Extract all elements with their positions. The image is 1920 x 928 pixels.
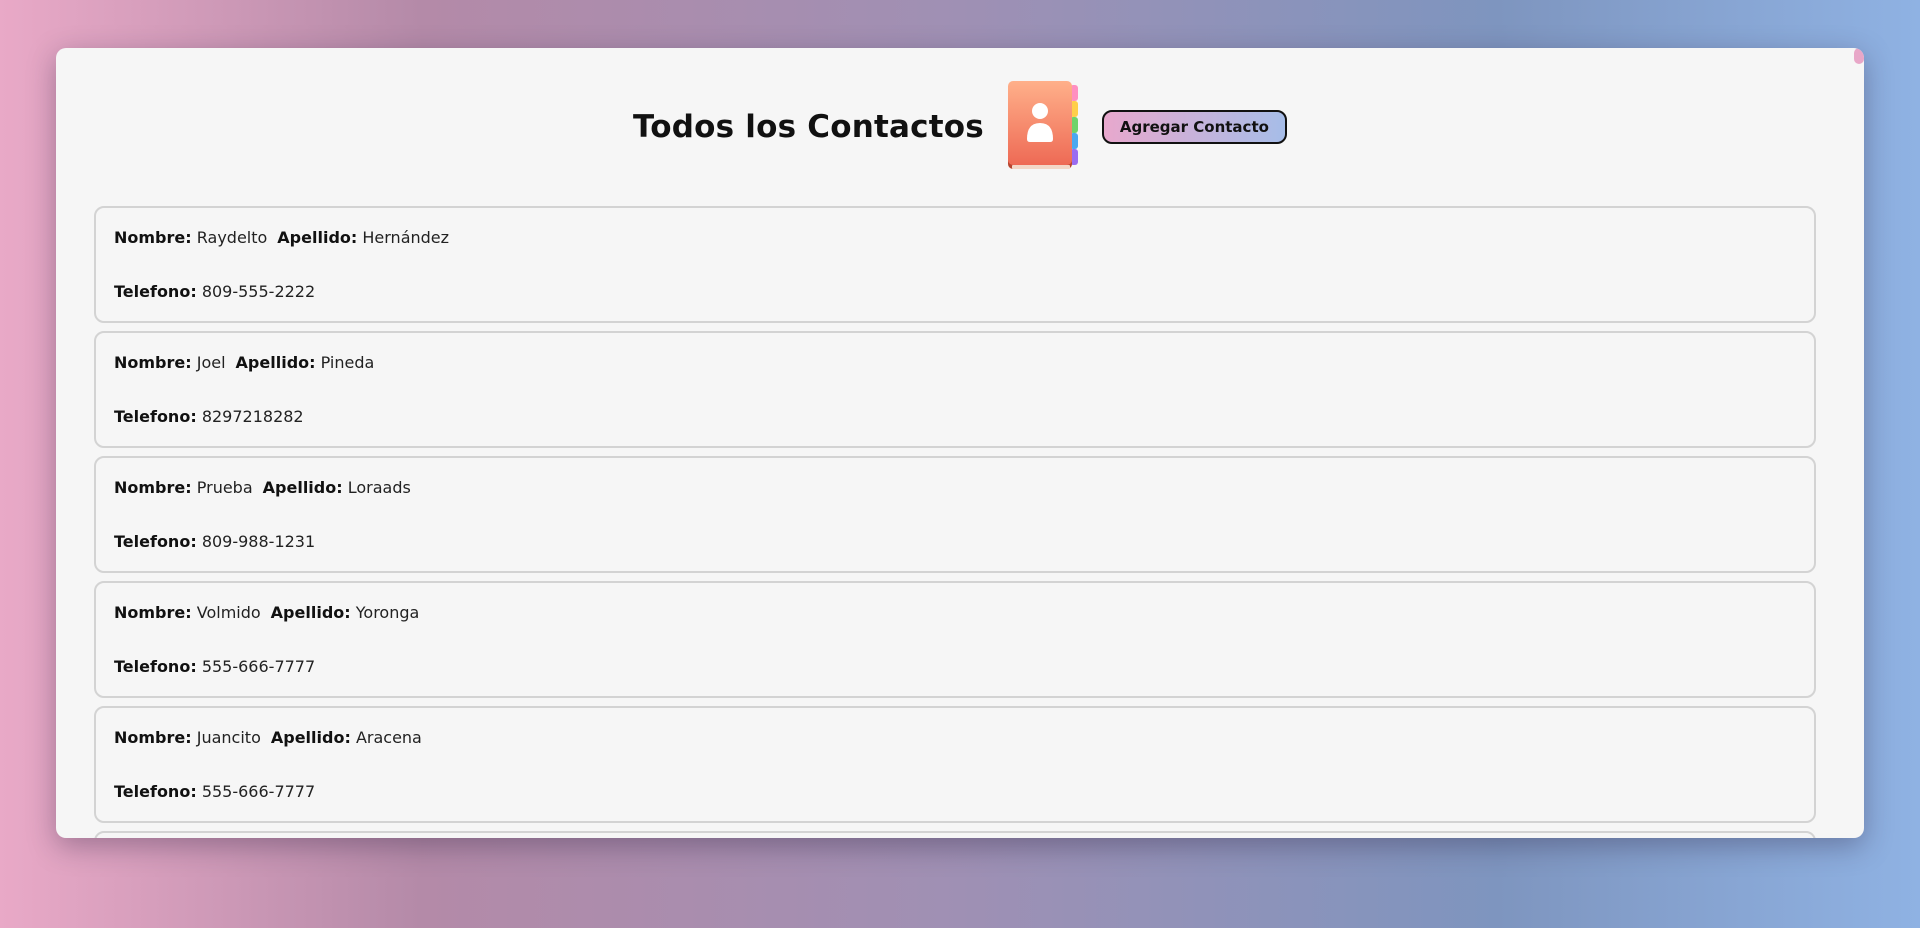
telefono-value: 809-988-1231: [201, 532, 316, 551]
contact-list: Nombre: Raydelto Apellido: Hernández Tele…: [94, 206, 1816, 838]
contact-card[interactable]: Nombre: Raydelto Apellido: Hernández Tele…: [94, 206, 1816, 323]
apellido-label: Apellido:: [262, 478, 343, 497]
apellido-label: Apellido:: [277, 228, 358, 247]
apellido-label: Apellido:: [270, 603, 351, 622]
apellido-label: Apellido:: [235, 353, 316, 372]
apellido-value: Yoronga: [355, 603, 420, 622]
apellido-value: Loraads: [347, 478, 411, 497]
scrollbar-thumb[interactable]: [1854, 48, 1864, 64]
apellido-label: Apellido:: [270, 728, 351, 747]
telefono-value: 555-666-7777: [201, 657, 316, 676]
contact-card[interactable]: Nombre: Juancito Apellido: Aracena Telefo…: [94, 706, 1816, 823]
telefono-label: Telefono:: [114, 282, 197, 301]
contact-card-partial[interactable]: [94, 831, 1816, 838]
nombre-label: Nombre:: [114, 603, 192, 622]
page-header: Todos los Contactos Agregar Contacto: [56, 78, 1864, 176]
contact-card[interactable]: Nombre: Joel Apellido: Pineda Telefono: 8…: [94, 331, 1816, 448]
telefono-value: 8297218282: [201, 407, 304, 426]
telefono-label: Telefono:: [114, 407, 197, 426]
contact-card[interactable]: Nombre: Volmido Apellido: Yoronga Telefon…: [94, 581, 1816, 698]
nombre-value: Joel: [196, 353, 226, 372]
nombre-label: Nombre:: [114, 728, 192, 747]
page-title: Todos los Contactos: [633, 109, 984, 145]
apellido-value: Aracena: [355, 728, 422, 747]
nombre-label: Nombre:: [114, 228, 192, 247]
nombre-value: Raydelto: [196, 228, 268, 247]
telefono-label: Telefono:: [114, 532, 197, 551]
contact-book-icon: [1007, 81, 1078, 169]
nombre-label: Nombre:: [114, 478, 192, 497]
telefono-value: 555-666-7777: [201, 782, 316, 801]
contact-card[interactable]: Nombre: Prueba Apellido: Loraads Telefono…: [94, 456, 1816, 573]
telefono-label: Telefono:: [114, 782, 197, 801]
apellido-value: Hernández: [362, 228, 450, 247]
nombre-value: Volmido: [196, 603, 261, 622]
telefono-value: 809-555-2222: [201, 282, 316, 301]
telefono-label: Telefono:: [114, 657, 197, 676]
nombre-label: Nombre:: [114, 353, 192, 372]
nombre-value: Prueba: [196, 478, 253, 497]
add-contact-button[interactable]: Agregar Contacto: [1101, 110, 1287, 144]
nombre-value: Juancito: [196, 728, 261, 747]
contacts-panel: Todos los Contactos Agregar Contacto Nom…: [56, 48, 1864, 838]
apellido-value: Pineda: [320, 353, 375, 372]
